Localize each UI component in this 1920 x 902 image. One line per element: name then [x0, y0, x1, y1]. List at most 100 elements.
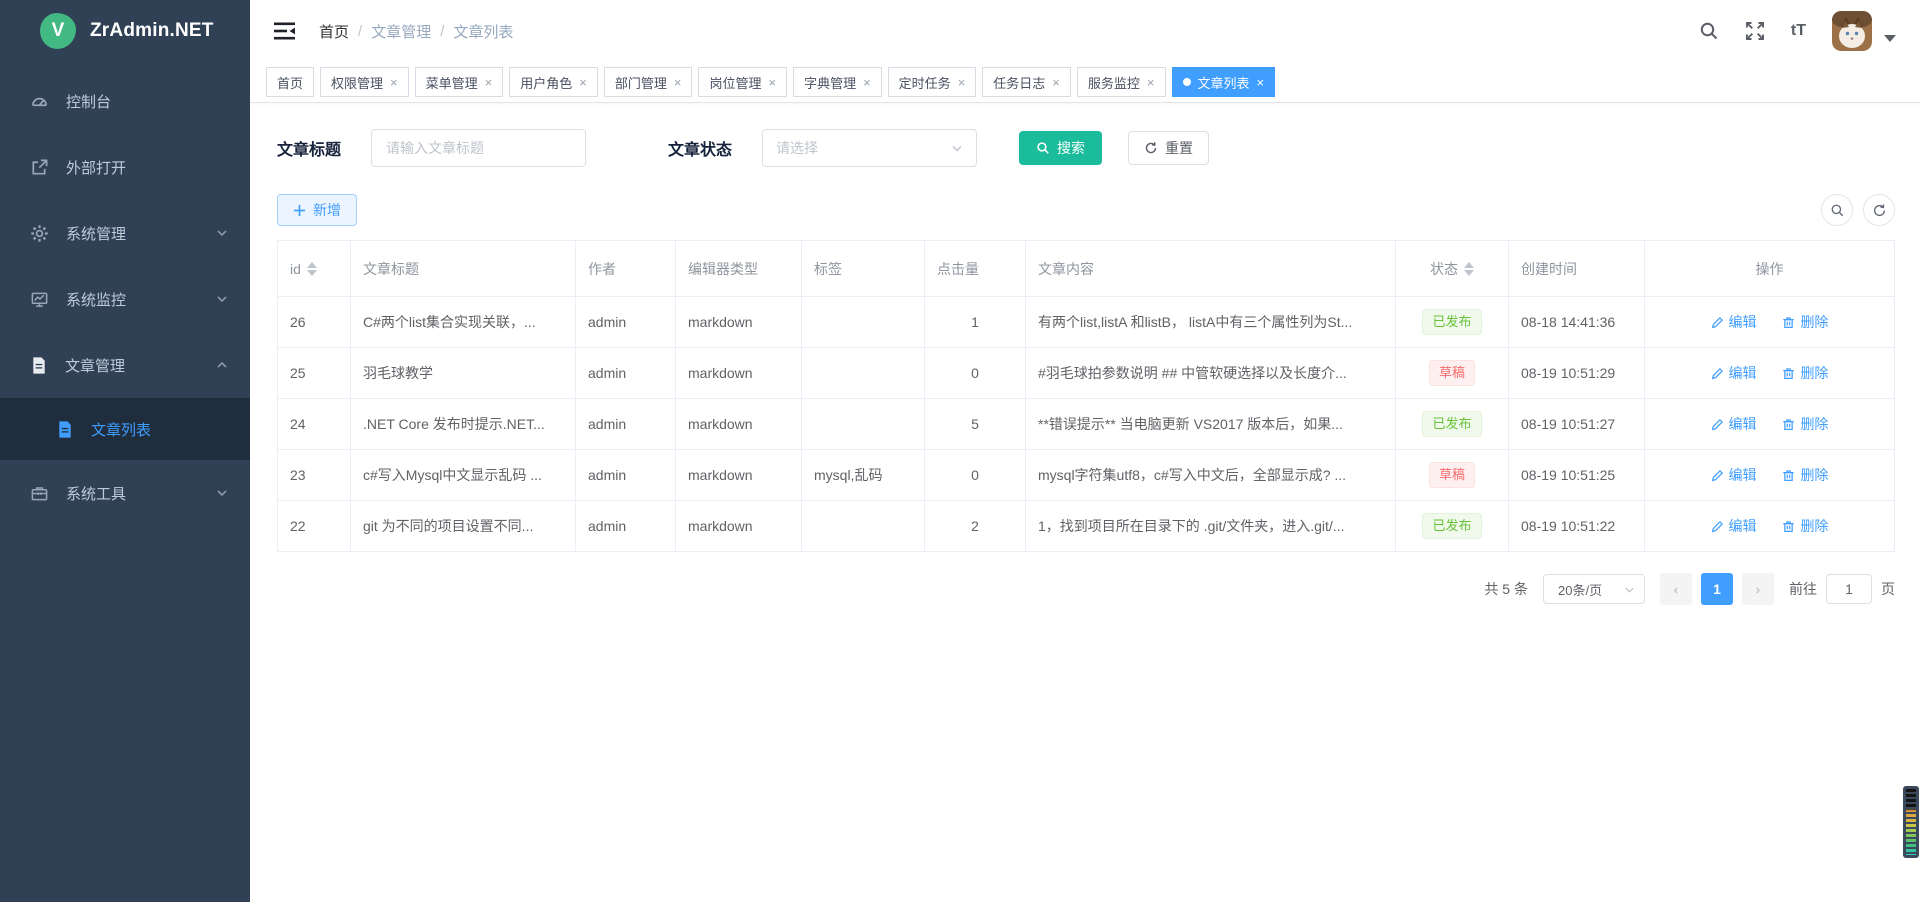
edit-button[interactable]: 编辑 [1711, 363, 1757, 383]
refresh-table-button[interactable] [1863, 194, 1895, 226]
tab-task-log[interactable]: 任务日志× [982, 67, 1071, 97]
edit-button[interactable]: 编辑 [1711, 465, 1757, 485]
article-status-select[interactable]: 请选择 [762, 129, 977, 167]
tab-menu[interactable]: 菜单管理× [415, 67, 504, 97]
delete-button[interactable]: 删除 [1782, 363, 1828, 383]
cell-tags [802, 501, 925, 552]
column-header-clicks: 点击量 [925, 241, 1026, 297]
close-icon[interactable]: × [579, 76, 587, 89]
delete-button[interactable]: 删除 [1782, 414, 1828, 434]
page-unit-label: 页 [1881, 579, 1895, 599]
delete-button[interactable]: 删除 [1782, 516, 1828, 536]
font-size-icon[interactable]: tT [1791, 22, 1806, 40]
avatar[interactable] [1832, 11, 1872, 51]
tab-post[interactable]: 岗位管理× [698, 67, 787, 97]
tab-article-list[interactable]: 文章列表× [1172, 67, 1276, 97]
refresh-icon [1144, 141, 1158, 155]
sidebar-item-external-open[interactable]: 外部打开 [0, 134, 250, 200]
search-icon [1830, 203, 1845, 218]
close-icon[interactable]: × [863, 76, 871, 89]
sidebar: V ZrAdmin.NET 控制台 外部打开 [0, 0, 250, 902]
chevron-down-icon [216, 487, 228, 499]
edit-button[interactable]: 编辑 [1711, 312, 1757, 332]
page-size-select[interactable]: 20条/页 [1543, 574, 1645, 604]
close-icon[interactable]: × [1257, 76, 1265, 89]
delete-button[interactable]: 删除 [1782, 312, 1828, 332]
cell-created: 08-19 10:51:27 [1509, 399, 1645, 450]
search-icon[interactable] [1699, 21, 1719, 41]
cell-content: #羽毛球拍参数说明 ## 中管软硬选择以及长度介... [1026, 348, 1396, 399]
articles-table: id 文章标题 作者 编辑器类型 标签 点击量 文章内容 状态 [277, 240, 1895, 552]
column-header-id[interactable]: id [278, 241, 351, 297]
close-icon[interactable]: × [674, 76, 682, 89]
column-header-tags: 标签 [802, 241, 925, 297]
cell-tags: mysql,乱码 [802, 450, 925, 501]
chevron-down-icon [1624, 584, 1635, 595]
column-header-title: 文章标题 [351, 241, 576, 297]
article-title-input[interactable] [371, 129, 586, 167]
tab-permission[interactable]: 权限管理× [320, 67, 409, 97]
sidebar-submenu: 文章列表 [0, 398, 250, 460]
sort-icon[interactable] [307, 262, 317, 276]
tab-department[interactable]: 部门管理× [604, 67, 693, 97]
tab-scheduled-task[interactable]: 定时任务× [888, 67, 977, 97]
cell-id: 25 [278, 348, 351, 399]
table-header-row: id 文章标题 作者 编辑器类型 标签 点击量 文章内容 状态 [278, 241, 1895, 297]
plus-icon [293, 204, 306, 217]
tab-user-role[interactable]: 用户角色× [509, 67, 598, 97]
sidebar-item-system-monitor[interactable]: 系统监控 [0, 266, 250, 332]
show-search-button[interactable] [1821, 194, 1853, 226]
close-icon[interactable]: × [485, 76, 493, 89]
prev-page-button[interactable]: ‹ [1660, 573, 1692, 605]
goto-label: 前往 [1789, 579, 1817, 599]
tab-dictionary[interactable]: 字典管理× [793, 67, 882, 97]
user-menu[interactable] [1832, 11, 1896, 51]
goto-page-input[interactable] [1826, 574, 1872, 604]
reset-button[interactable]: 重置 [1128, 131, 1209, 165]
next-page-button[interactable]: › [1742, 573, 1774, 605]
column-header-editor-type: 编辑器类型 [676, 241, 802, 297]
tags-view-bar: 首页 权限管理× 菜单管理× 用户角色× 部门管理× 岗位管理× 字典管理× 定… [250, 62, 1920, 103]
column-header-operations: 操作 [1645, 241, 1895, 297]
sort-icon[interactable] [1464, 262, 1474, 276]
sidebar-item-dashboard[interactable]: 控制台 [0, 68, 250, 134]
caret-down-icon[interactable] [1884, 35, 1896, 42]
edit-button[interactable]: 编辑 [1711, 414, 1757, 434]
breadcrumb-home[interactable]: 首页 [319, 21, 349, 42]
fullscreen-icon[interactable] [1745, 21, 1765, 41]
sidebar-item-system-tools[interactable]: 系统工具 [0, 460, 250, 526]
app-logo[interactable]: V ZrAdmin.NET [0, 0, 250, 62]
sidebar-item-label: 系统工具 [66, 483, 126, 504]
performance-meter-widget [1903, 786, 1919, 858]
cell-editor: markdown [676, 297, 802, 348]
chevron-down-icon [216, 227, 228, 239]
close-icon[interactable]: × [768, 76, 776, 89]
sidebar-item-article-management[interactable]: 文章管理 [0, 332, 250, 398]
column-header-status[interactable]: 状态 [1396, 241, 1509, 297]
search-button[interactable]: 搜索 [1019, 131, 1102, 165]
cell-created: 08-19 10:51:25 [1509, 450, 1645, 501]
close-icon[interactable]: × [1052, 76, 1060, 89]
tab-home[interactable]: 首页 [266, 67, 314, 97]
cell-id: 26 [278, 297, 351, 348]
close-icon[interactable]: × [390, 76, 398, 89]
close-icon[interactable]: × [1147, 76, 1155, 89]
edit-button[interactable]: 编辑 [1711, 516, 1757, 536]
add-button[interactable]: 新增 [277, 194, 357, 226]
sidebar-item-system-management[interactable]: 系统管理 [0, 200, 250, 266]
sidebar-toggle-icon[interactable] [274, 22, 295, 40]
cell-clicks: 0 [925, 348, 1026, 399]
cell-editor: markdown [676, 399, 802, 450]
tab-service-monitor[interactable]: 服务监控× [1077, 67, 1166, 97]
column-header-author: 作者 [576, 241, 676, 297]
delete-button[interactable]: 删除 [1782, 465, 1828, 485]
sidebar-item-article-list[interactable]: 文章列表 [0, 398, 250, 460]
close-icon[interactable]: × [958, 76, 966, 89]
cell-clicks: 1 [925, 297, 1026, 348]
cell-tags [802, 348, 925, 399]
table-row: 23 c#写入Mysql中文显示乱码 ... admin markdown my… [278, 450, 1895, 501]
sidebar-menu: 控制台 外部打开 [0, 68, 250, 526]
cell-content: 1，找到项目所在目录下的 .git/文件夹，进入.git/... [1026, 501, 1396, 552]
document-icon [56, 420, 74, 439]
page-number-current[interactable]: 1 [1701, 573, 1733, 605]
